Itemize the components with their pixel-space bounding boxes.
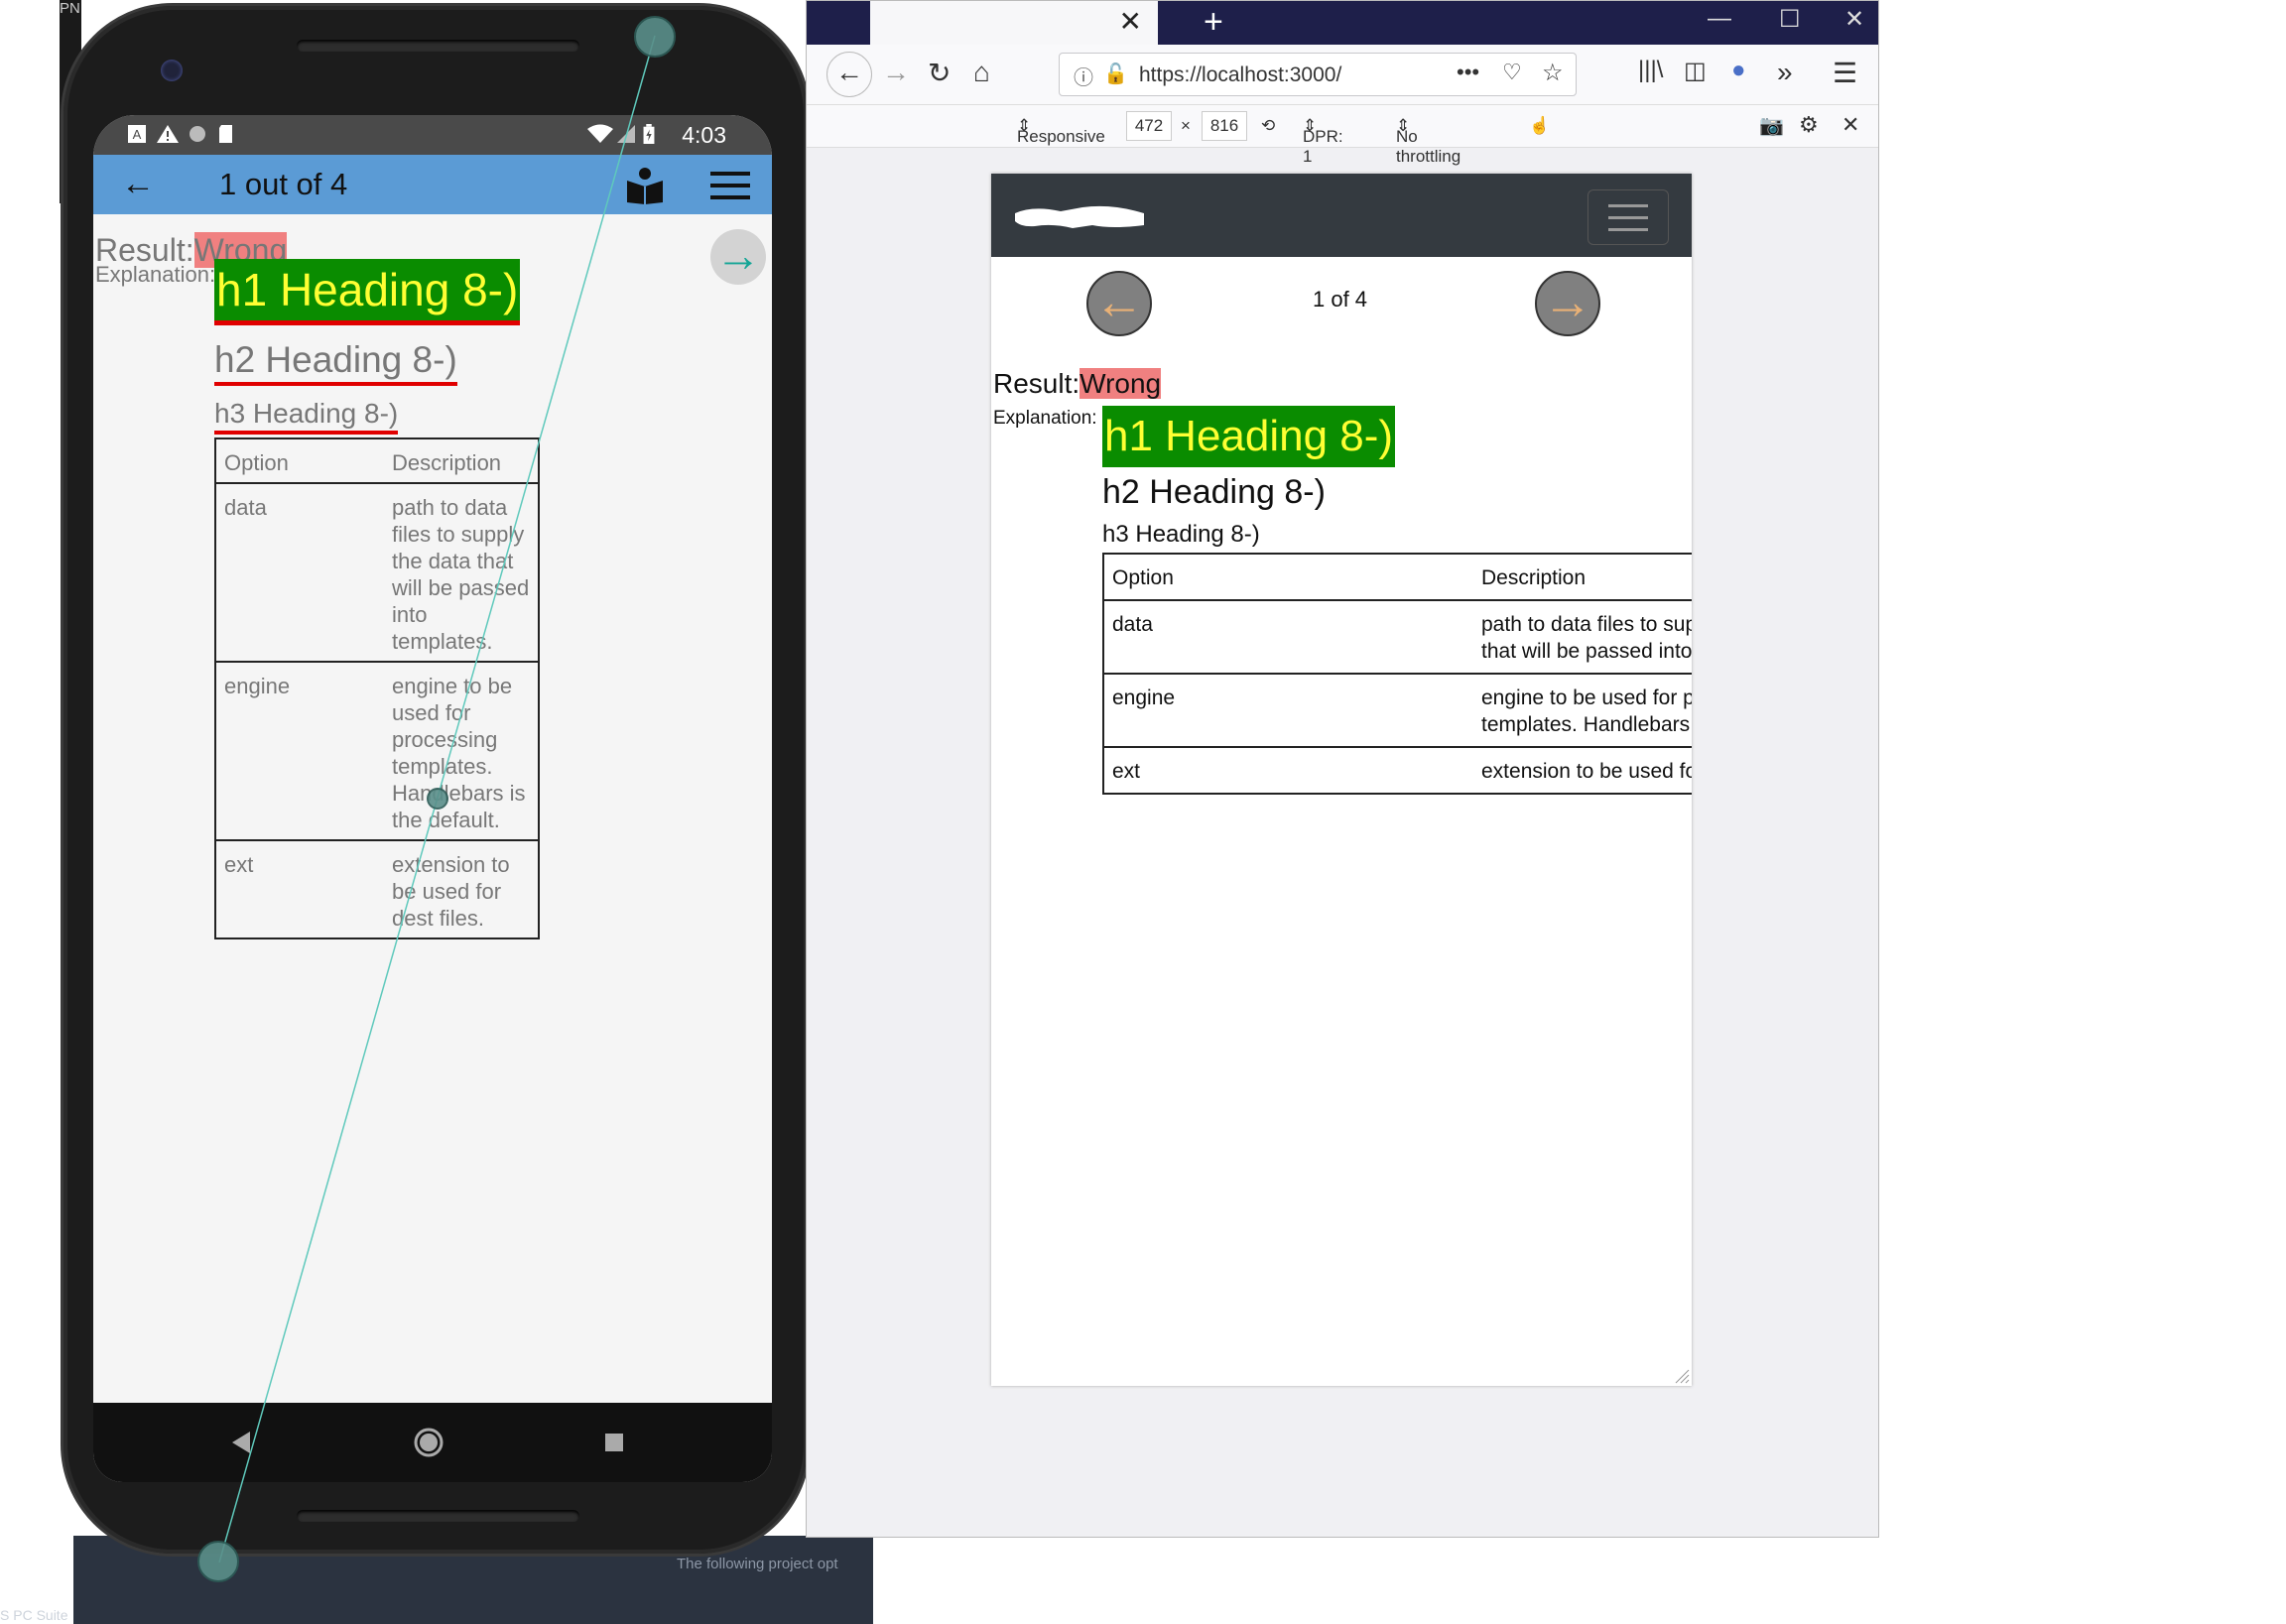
window-maximize-icon[interactable]: ☐ bbox=[1779, 5, 1801, 34]
table-row: ext extension to be used fo bbox=[1103, 746, 1692, 794]
pocket-icon[interactable]: ♡ bbox=[1502, 60, 1522, 85]
table-cell-description: engine to be used for p templates. Handle… bbox=[1473, 673, 1692, 747]
window-close-icon[interactable]: ✕ bbox=[1844, 5, 1864, 34]
site-navbar bbox=[991, 174, 1692, 257]
description-line: templates. Handlebars i bbox=[1481, 713, 1692, 736]
viewport-resize-handle-icon[interactable] bbox=[1674, 1368, 1690, 1384]
dimension-separator: × bbox=[1181, 116, 1191, 135]
emulator-touch-guide-line bbox=[218, 35, 656, 1563]
back-icon[interactable]: ← bbox=[826, 52, 872, 97]
touch-point-bottom[interactable] bbox=[197, 1541, 239, 1582]
library-icon[interactable]: |||\ bbox=[1638, 57, 1663, 84]
table-row: engine engine to be used for p templates.… bbox=[1103, 673, 1692, 747]
table-cell-option: engine bbox=[1103, 673, 1473, 747]
url-text[interactable]: https://localhost:3000/ bbox=[1139, 63, 1341, 87]
responsive-viewport: ← 1 of 4 → Result:Wrong Explanation: h1 … bbox=[991, 174, 1692, 1386]
description-line: engine to be used for p bbox=[1481, 687, 1692, 709]
window-minimize-icon[interactable]: — bbox=[1708, 5, 1731, 33]
table-cell-option: ext bbox=[1103, 746, 1473, 794]
touch-simulation-icon[interactable]: ☝ bbox=[1529, 116, 1550, 136]
rotate-icon[interactable]: ⟲ bbox=[1261, 116, 1275, 136]
tab-close-icon[interactable]: ✕ bbox=[1119, 5, 1142, 38]
table-header-row: Option Description bbox=[1103, 554, 1692, 600]
overflow-chevron-icon[interactable]: » bbox=[1777, 57, 1793, 88]
throttling-select[interactable]: No throttling ⇕ bbox=[1396, 116, 1460, 166]
h3-heading: h3 Heading 8-) bbox=[1102, 521, 1260, 548]
pager-text: 1 of 4 bbox=[1313, 287, 1368, 312]
description-line: path to data files to sup bbox=[1481, 613, 1692, 636]
throttling-select-label: No throttling bbox=[1396, 127, 1461, 166]
previous-arrow-button[interactable]: ← bbox=[1086, 271, 1152, 336]
result-value-wrong: Wrong bbox=[1080, 368, 1162, 399]
firefox-window: ✕ + — ☐ ✕ ← → ↻ ⌂ ⓘ 🔓 https://localhost:… bbox=[806, 0, 1879, 1538]
options-table: Option Description data path to data fil… bbox=[1102, 553, 1692, 795]
result-line: Result:Wrong bbox=[993, 368, 1162, 400]
description-line: extension to be used fo bbox=[1481, 760, 1692, 783]
device-select[interactable]: Responsive ⇕ bbox=[1017, 116, 1105, 146]
dpr-select-label: DPR: 1 bbox=[1303, 127, 1343, 166]
app-menu-icon[interactable]: ☰ bbox=[1833, 57, 1857, 89]
navbar-toggler-button[interactable] bbox=[1588, 189, 1669, 245]
table-row: data path to data files to sup that will … bbox=[1103, 599, 1692, 674]
sidebar-icon[interactable]: ◫ bbox=[1684, 57, 1707, 85]
explanation-label: Explanation: bbox=[993, 408, 1097, 429]
table-cell-option: data bbox=[1103, 599, 1473, 674]
insecure-lock-icon[interactable]: 🔓 bbox=[1103, 62, 1128, 86]
touch-point-top[interactable] bbox=[634, 16, 676, 58]
reload-icon[interactable]: ↻ bbox=[928, 57, 951, 89]
table-cell-description: path to data files to sup that will be pa… bbox=[1473, 599, 1692, 674]
forward-icon[interactable]: → bbox=[882, 57, 910, 88]
viewport-height-input[interactable]: 816 bbox=[1202, 111, 1247, 141]
touch-point-center[interactable] bbox=[427, 788, 448, 810]
table-header-option: Option bbox=[1112, 566, 1174, 589]
result-label: Result: bbox=[993, 368, 1080, 399]
table-header-description: Description bbox=[1481, 566, 1587, 589]
description-line: that will be passed into bbox=[1481, 640, 1692, 663]
settings-gear-icon[interactable]: ⚙ bbox=[1799, 112, 1819, 138]
new-tab-icon[interactable]: + bbox=[1204, 3, 1223, 42]
extension-icon[interactable]: ● bbox=[1731, 57, 1746, 84]
h1-heading: h1 Heading 8-) bbox=[1102, 406, 1396, 467]
responsive-design-toolbar: Responsive ⇕ 472 × 816 ⟲ DPR: 1 ⇕ No thr… bbox=[807, 105, 1878, 166]
site-info-icon[interactable]: ⓘ bbox=[1074, 62, 1093, 90]
navigation-toolbar: ← → ↻ ⌂ ⓘ 🔓 https://localhost:3000/ ••• … bbox=[807, 45, 1878, 105]
viewport-width-input[interactable]: 472 bbox=[1126, 111, 1172, 141]
home-icon[interactable]: ⌂ bbox=[973, 57, 990, 88]
page-actions-icon[interactable]: ••• bbox=[1457, 60, 1479, 85]
dpr-select[interactable]: DPR: 1 ⇕ bbox=[1303, 116, 1343, 166]
h2-heading: h2 Heading 8-) bbox=[1102, 473, 1326, 511]
url-bar[interactable]: ⓘ 🔓 https://localhost:3000/ ••• ♡ ☆ bbox=[1059, 53, 1577, 96]
tab-strip: ✕ + — ☐ ✕ bbox=[807, 1, 1878, 45]
close-rdm-icon[interactable]: ✕ bbox=[1842, 112, 1859, 138]
bookmark-star-icon[interactable]: ☆ bbox=[1542, 59, 1564, 87]
browser-tab-active[interactable]: ✕ bbox=[870, 1, 1158, 45]
brand-logo-redacted[interactable] bbox=[1013, 203, 1146, 229]
table-cell-description: extension to be used fo bbox=[1473, 746, 1692, 794]
device-select-label: Responsive bbox=[1017, 127, 1105, 146]
next-arrow-button[interactable]: → bbox=[1535, 271, 1600, 336]
screenshot-icon[interactable]: 📷 bbox=[1759, 113, 1784, 138]
